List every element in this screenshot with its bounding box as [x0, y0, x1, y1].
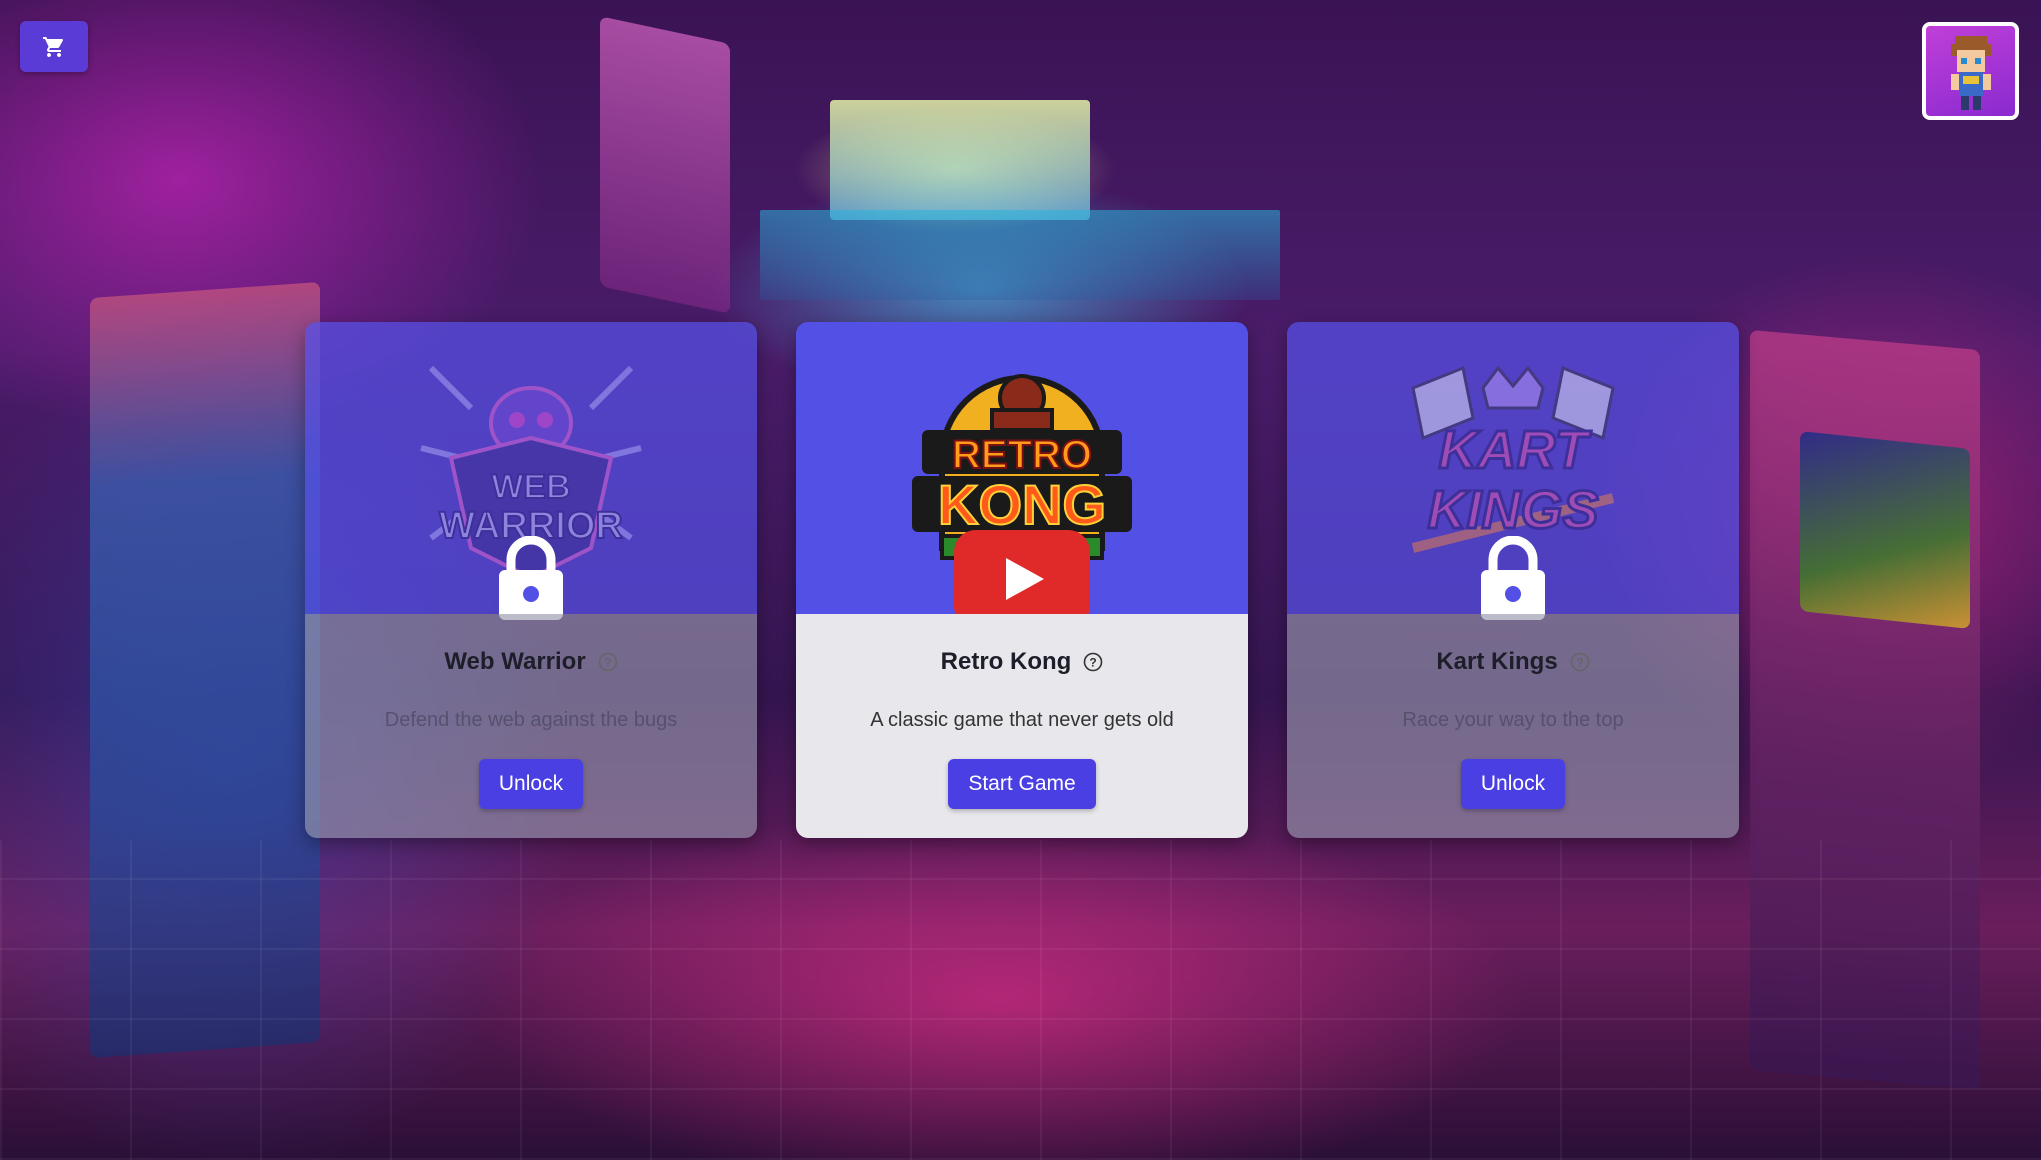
unlock-button[interactable]: Unlock [478, 759, 584, 809]
ceiling-pipes [760, 210, 1280, 300]
avatar[interactable] [1922, 22, 2019, 120]
game-card-body: Kart Kings ? Race your way to the top Un… [1287, 614, 1739, 838]
game-title: Retro Kong [940, 648, 1072, 675]
logo-line-1: WEB [491, 468, 570, 506]
game-title: Web Warrior [444, 648, 586, 675]
help-icon[interactable]: ? [1570, 652, 1590, 672]
arcade-cabinet-screen [1800, 431, 1970, 629]
svg-text:?: ? [1090, 656, 1097, 670]
logo-line-1: RETRO [952, 433, 1092, 477]
neon-sign [600, 16, 730, 314]
start-game-button[interactable]: Start Game [948, 759, 1096, 809]
arcade-floor [0, 840, 2041, 1160]
game-card-kart-kings: KART KINGS Kart Kings ? Race your way to… [1287, 322, 1739, 838]
lock-icon [1481, 536, 1545, 620]
cart-button[interactable] [20, 21, 88, 72]
logo-line-1: KART [1438, 420, 1591, 480]
svg-text:?: ? [604, 656, 611, 670]
game-card-body: Retro Kong ? A classic game that never g… [796, 614, 1248, 838]
game-card-retro-kong: RETRO KONG Retro Kong ? A classic game t… [796, 322, 1248, 838]
help-icon[interactable]: ? [1083, 652, 1103, 672]
game-description: A classic game that never gets old [870, 709, 1174, 731]
game-description: Race your way to the top [1402, 709, 1624, 731]
lock-icon [499, 536, 563, 620]
svg-text:?: ? [1576, 656, 1583, 670]
game-description: Defend the web against the bugs [384, 709, 678, 731]
logo-line-2: KINGS [1427, 480, 1598, 540]
ceiling-light [830, 100, 1090, 220]
pixel-hero-avatar-icon [1950, 36, 1991, 110]
game-title: Kart Kings [1436, 648, 1558, 675]
game-card-body: Web Warrior ? Defend the web against the… [305, 614, 757, 838]
help-icon[interactable]: ? [598, 652, 618, 672]
logo-line-2: KONG [938, 473, 1106, 536]
unlock-button[interactable]: Unlock [1460, 759, 1566, 809]
cart-icon [43, 36, 64, 57]
game-card-web-warrior: WEB WARRIOR Web Warrior ? Defend the web… [305, 322, 757, 838]
